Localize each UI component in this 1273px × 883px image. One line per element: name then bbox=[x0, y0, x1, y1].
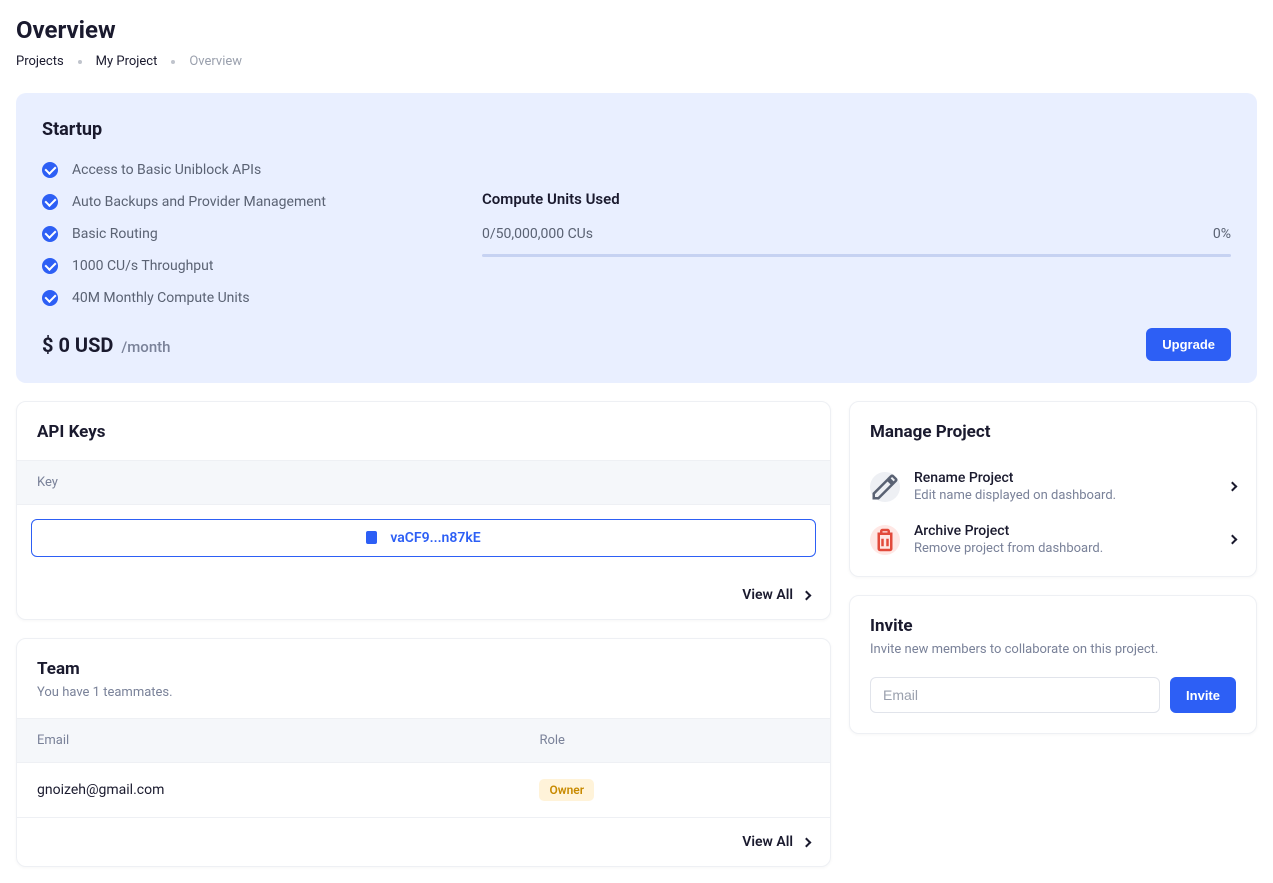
team-card: Team You have 1 teammates. Email Role gn… bbox=[16, 638, 831, 867]
breadcrumb-my-project[interactable]: My Project bbox=[96, 54, 158, 69]
chevron-right-icon bbox=[1228, 535, 1238, 545]
role-badge-owner: Owner bbox=[539, 779, 594, 801]
archive-project-title: Archive Project bbox=[914, 523, 1215, 539]
api-keys-title: API Keys bbox=[37, 422, 810, 442]
plan-features-list: Access to Basic Uniblock APIs Auto Backu… bbox=[42, 162, 422, 306]
plan-feature: Basic Routing bbox=[42, 226, 422, 242]
archive-project-item[interactable]: Archive Project Remove project from dash… bbox=[850, 513, 1256, 576]
team-view-all[interactable]: View All bbox=[17, 818, 830, 866]
compute-usage-section: Compute Units Used 0/50,000,000 CUs 0% bbox=[482, 162, 1231, 306]
team-member-email: gnoizeh@gmail.com bbox=[37, 782, 539, 798]
breadcrumb-separator-icon bbox=[171, 60, 175, 64]
invite-subtitle: Invite new members to collaborate on thi… bbox=[870, 642, 1236, 657]
rename-project-title: Rename Project bbox=[914, 470, 1215, 486]
check-icon bbox=[42, 290, 58, 306]
view-all-label: View All bbox=[742, 834, 793, 850]
plan-feature: Auto Backups and Provider Management bbox=[42, 194, 422, 210]
invite-button[interactable]: Invite bbox=[1170, 677, 1236, 713]
team-subtitle: You have 1 teammates. bbox=[37, 685, 810, 700]
api-keys-view-all[interactable]: View All bbox=[17, 571, 830, 619]
check-icon bbox=[42, 162, 58, 178]
chevron-right-icon bbox=[802, 590, 812, 600]
team-column-email: Email bbox=[37, 733, 539, 748]
plan-feature: Access to Basic Uniblock APIs bbox=[42, 162, 422, 178]
team-column-role: Role bbox=[539, 733, 810, 748]
api-keys-table-header: Key bbox=[17, 460, 830, 505]
team-table-header: Email Role bbox=[17, 718, 830, 763]
pencil-icon bbox=[870, 472, 900, 502]
compute-progress-bar bbox=[482, 254, 1231, 257]
compute-usage-value: 0/50,000,000 CUs bbox=[482, 226, 593, 242]
api-key-chip[interactable]: vaCF9...n87kE bbox=[31, 519, 816, 557]
page-title: Overview bbox=[16, 16, 1257, 44]
team-row: gnoizeh@gmail.com Owner bbox=[17, 763, 830, 818]
check-icon bbox=[42, 258, 58, 274]
plan-feature: 40M Monthly Compute Units bbox=[42, 290, 422, 306]
plan-feature-text: Access to Basic Uniblock APIs bbox=[72, 162, 261, 178]
archive-project-sub: Remove project from dashboard. bbox=[914, 541, 1215, 556]
plan-price-period: /month bbox=[121, 338, 170, 356]
api-keys-card: API Keys Key vaCF9...n87kE View All bbox=[16, 401, 831, 620]
breadcrumb-current: Overview bbox=[189, 54, 242, 69]
plan-feature-text: Basic Routing bbox=[72, 226, 158, 242]
invite-email-input[interactable] bbox=[870, 677, 1160, 713]
plan-feature: 1000 CU/s Throughput bbox=[42, 258, 422, 274]
check-icon bbox=[42, 194, 58, 210]
plan-price: $ 0 USD /month bbox=[42, 333, 171, 357]
trash-icon bbox=[870, 525, 900, 555]
compute-usage-percent: 0% bbox=[1213, 226, 1231, 242]
breadcrumb-separator-icon bbox=[78, 60, 82, 64]
team-title: Team bbox=[37, 659, 810, 679]
api-keys-column-key: Key bbox=[37, 475, 58, 490]
check-icon bbox=[42, 226, 58, 242]
manage-project-title: Manage Project bbox=[870, 422, 1236, 442]
breadcrumb: Projects My Project Overview bbox=[16, 54, 1257, 69]
breadcrumb-projects[interactable]: Projects bbox=[16, 54, 64, 69]
rename-project-sub: Edit name displayed on dashboard. bbox=[914, 488, 1215, 503]
view-all-label: View All bbox=[742, 587, 793, 603]
invite-title: Invite bbox=[870, 616, 1236, 636]
plan-card: Startup Access to Basic Uniblock APIs Au… bbox=[16, 93, 1257, 383]
copy-icon bbox=[366, 531, 380, 545]
chevron-right-icon bbox=[802, 837, 812, 847]
rename-project-item[interactable]: Rename Project Edit name displayed on da… bbox=[850, 460, 1256, 513]
plan-price-amount: $ 0 USD bbox=[42, 333, 113, 357]
plan-feature-text: Auto Backups and Provider Management bbox=[72, 194, 326, 210]
plan-name: Startup bbox=[42, 119, 1231, 140]
compute-label: Compute Units Used bbox=[482, 190, 1231, 208]
chevron-right-icon bbox=[1228, 482, 1238, 492]
plan-feature-text: 40M Monthly Compute Units bbox=[72, 290, 250, 306]
plan-feature-text: 1000 CU/s Throughput bbox=[72, 258, 213, 274]
upgrade-button[interactable]: Upgrade bbox=[1146, 328, 1231, 361]
invite-card: Invite Invite new members to collaborate… bbox=[849, 595, 1257, 734]
api-key-value: vaCF9...n87kE bbox=[390, 530, 480, 546]
manage-project-card: Manage Project Rename Project Edit name … bbox=[849, 401, 1257, 577]
